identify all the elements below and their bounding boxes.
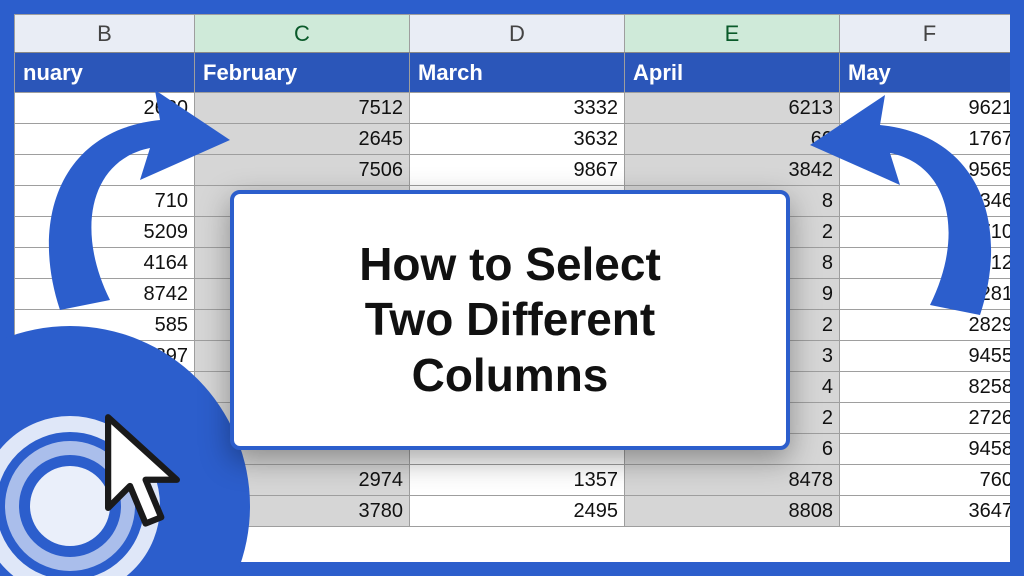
- cell[interactable]: 2726: [840, 403, 1011, 434]
- cell[interactable]: 2495: [410, 496, 625, 527]
- cell[interactable]: 9458: [840, 434, 1011, 465]
- cell[interactable]: 3632: [410, 124, 625, 155]
- arrow-right-icon: [790, 75, 1020, 365]
- column-letter-row: B C D E F: [15, 15, 1011, 53]
- title-line: Columns: [412, 349, 609, 401]
- cell[interactable]: 3647: [840, 496, 1011, 527]
- column-letter-b[interactable]: B: [15, 15, 195, 53]
- column-letter-f[interactable]: F: [840, 15, 1011, 53]
- column-letter-d[interactable]: D: [410, 15, 625, 53]
- title-text: How to Select Two Different Columns: [359, 237, 661, 403]
- title-line: Two Different: [365, 293, 655, 345]
- header-march[interactable]: March: [410, 53, 625, 93]
- cell[interactable]: 3332: [410, 93, 625, 124]
- title-line: How to Select: [359, 238, 661, 290]
- cell[interactable]: 9867: [410, 155, 625, 186]
- cell[interactable]: 8478: [625, 465, 840, 496]
- cell[interactable]: 8258: [840, 372, 1011, 403]
- cursor-icon: [95, 411, 190, 536]
- title-card: How to Select Two Different Columns: [230, 190, 790, 450]
- cell[interactable]: 8808: [625, 496, 840, 527]
- cell[interactable]: 760: [840, 465, 1011, 496]
- column-letter-c[interactable]: C: [195, 15, 410, 53]
- cell[interactable]: 1357: [410, 465, 625, 496]
- column-letter-e[interactable]: E: [625, 15, 840, 53]
